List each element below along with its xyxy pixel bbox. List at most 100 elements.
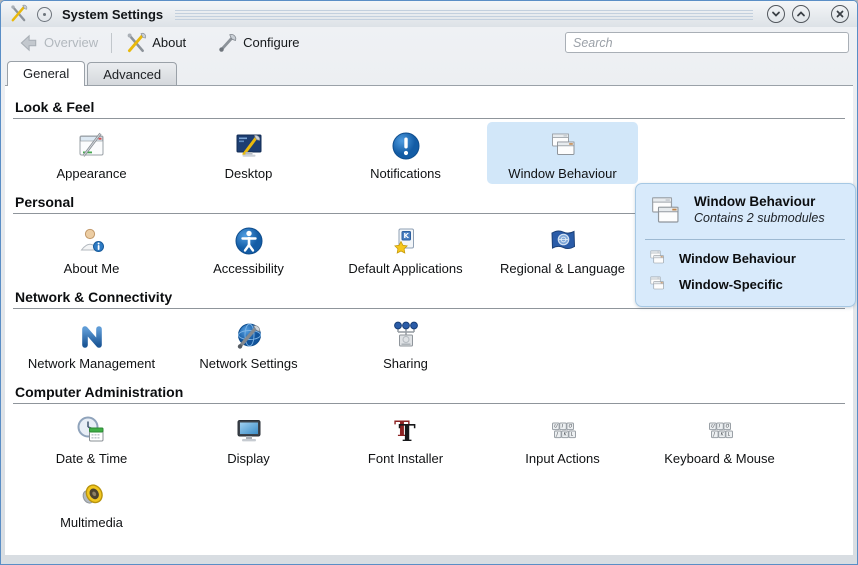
submodule-label: Window Behaviour [679, 251, 796, 266]
module-item-network-management[interactable]: Network Management [16, 312, 167, 374]
section-heading: Look & Feel [13, 90, 845, 119]
titlebar-grip-lines [175, 10, 753, 21]
module-label: Notifications [370, 166, 441, 181]
back-arrow-icon [17, 32, 39, 54]
tab-advanced[interactable]: Advanced [87, 62, 177, 86]
app-tools-icon [9, 4, 29, 24]
module-label: About Me [64, 261, 120, 276]
module-item-display[interactable]: Display [173, 407, 324, 469]
module-item-sharing[interactable]: Sharing [330, 312, 481, 374]
module-item-font-installer[interactable]: TTFont Installer [330, 407, 481, 469]
module-label: Network Settings [199, 356, 297, 371]
minimize-button[interactable] [767, 5, 785, 23]
titlebar: System Settings [1, 1, 857, 27]
module-label: Regional & Language [500, 261, 625, 276]
system-settings-window: System Settings Overview About Config [0, 0, 858, 565]
multimedia-icon [75, 476, 109, 514]
network-management-icon [75, 317, 109, 355]
sharing-icon [389, 317, 423, 355]
tooltip-separator [645, 239, 845, 240]
tab-general[interactable]: General [7, 61, 85, 86]
module-label: Accessibility [213, 261, 284, 276]
module-label: Input Actions [525, 451, 599, 466]
module-item-about-me[interactable]: About Me [16, 217, 167, 279]
module-label: Desktop [225, 166, 273, 181]
window-behaviour-icon [647, 274, 667, 294]
module-item-network-settings[interactable]: Network Settings [173, 312, 324, 374]
toolbar-separator [111, 33, 112, 53]
overview-button[interactable]: Overview [11, 30, 104, 56]
close-icon [835, 9, 845, 19]
module-label: Default Applications [348, 261, 462, 276]
chevron-down-icon [771, 9, 781, 19]
svg-text:T: T [398, 420, 415, 447]
svg-text:L: L [727, 432, 730, 438]
module-label: Network Management [28, 356, 155, 371]
search-input[interactable] [565, 32, 849, 53]
module-item-appearance[interactable]: Appearance [16, 122, 167, 184]
font-installer-icon: TT [389, 412, 423, 450]
submodule-row-window-specific[interactable]: Window-Specific [645, 271, 845, 297]
module-label: Display [227, 451, 270, 466]
regional-language-icon [546, 222, 580, 260]
module-item-multimedia[interactable]: Multimedia [16, 471, 167, 533]
module-grid: Appearance Desktop Notifications Window Beh… [13, 121, 845, 185]
chevron-up-icon [796, 9, 806, 19]
module-label: Date & Time [56, 451, 128, 466]
module-label: Window Behaviour [508, 166, 616, 181]
configure-button[interactable]: Configure [210, 30, 305, 56]
wrench-icon [216, 32, 238, 54]
window-behaviour-icon [645, 192, 685, 232]
module-item-notifications[interactable]: Notifications [330, 122, 481, 184]
module-item-desktop[interactable]: Desktop [173, 122, 324, 184]
svg-text:L: L [570, 432, 573, 438]
keyboard-mouse-icon: UIOJKL [703, 412, 737, 450]
module-item-accessibility[interactable]: Accessibility [173, 217, 324, 279]
about-label: About [152, 35, 186, 50]
configure-label: Configure [243, 35, 299, 50]
crossed-tools-icon [125, 32, 147, 54]
desktop-icon [232, 127, 266, 165]
tooltip-subtitle: Contains 2 submodules [694, 211, 825, 225]
module-item-window-behaviour[interactable]: Window Behaviour [487, 122, 638, 184]
module-label: Multimedia [60, 515, 123, 530]
input-actions-icon: UIOJKL [546, 412, 580, 450]
network-settings-icon [232, 317, 266, 355]
module-grid: Network Management Network Settings Sharin… [13, 311, 845, 375]
overview-label: Overview [44, 35, 98, 50]
toolbar: Overview About Configure [1, 27, 857, 58]
module-label: Appearance [56, 166, 126, 181]
accessibility-icon [232, 222, 266, 260]
svg-text:K: K [403, 232, 409, 240]
appearance-icon [75, 127, 109, 165]
module-grid: Date & TimeDisplayTTFont InstallerUIOJKL… [13, 406, 845, 534]
date-time-icon [75, 412, 109, 450]
window-menu-button[interactable] [37, 7, 52, 22]
notifications-icon [389, 127, 423, 165]
module-item-keyboard-mouse[interactable]: UIOJKLKeyboard & Mouse [644, 407, 795, 469]
window-behaviour-icon [647, 248, 667, 268]
window-title: System Settings [62, 7, 163, 22]
maximize-button[interactable] [792, 5, 810, 23]
svg-text:O: O [725, 424, 729, 430]
module-item-default-applications[interactable]: K Default Applications [330, 217, 481, 279]
module-label: Font Installer [368, 451, 443, 466]
about-me-icon [75, 222, 109, 260]
tooltip-header: Window Behaviour Contains 2 submodules [645, 192, 845, 232]
window-behaviour-icon [546, 127, 580, 165]
display-icon [232, 412, 266, 450]
tab-bar: GeneralAdvanced [1, 59, 857, 86]
module-tooltip: Window Behaviour Contains 2 submodules W… [635, 183, 856, 307]
module-item-date-time[interactable]: Date & Time [16, 407, 167, 469]
module-label: Sharing [383, 356, 428, 371]
module-item-regional-language[interactable]: Regional & Language [487, 217, 638, 279]
module-item-input-actions[interactable]: UIOJKLInput Actions [487, 407, 638, 469]
window-controls [767, 5, 849, 23]
module-list: Look & Feel Appearance Desktop Notification… [5, 85, 853, 555]
submodule-row-window-behaviour[interactable]: Window Behaviour [645, 245, 845, 271]
svg-text:O: O [568, 424, 572, 430]
default-applications-icon: K [389, 222, 423, 260]
module-label: Keyboard & Mouse [664, 451, 775, 466]
close-button[interactable] [831, 5, 849, 23]
about-button[interactable]: About [119, 30, 192, 56]
